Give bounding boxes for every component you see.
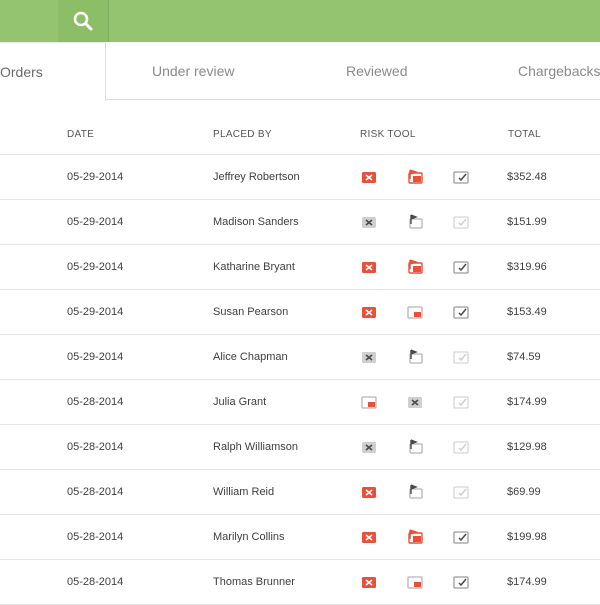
order-total: $319.96: [507, 261, 547, 273]
order-total: $153.49: [507, 306, 547, 318]
search-button[interactable]: [58, 0, 109, 42]
tab-label: Under review: [152, 63, 235, 79]
placed-by-name: Katharine Bryant: [213, 261, 295, 273]
risk-red-doc-icon[interactable]: [405, 572, 425, 592]
table-row[interactable]: 05-28-2014 Marilyn Collins $199.98: [0, 515, 600, 560]
placed-by-name: Marilyn Collins: [213, 531, 285, 543]
placed-by-name: Susan Pearson: [213, 306, 289, 318]
order-total: $174.99: [507, 396, 547, 408]
risk-red-x-icon[interactable]: [359, 167, 379, 187]
placed-by-name: Alice Chapman: [213, 351, 288, 363]
risk-red-flag-icon[interactable]: [405, 527, 425, 547]
placed-by-name: Ralph Williamson: [213, 441, 298, 453]
placed-by-name: Madison Sanders: [213, 216, 299, 228]
tab-label: Chargebacks: [518, 63, 600, 79]
risk-light-check-icon[interactable]: [451, 437, 471, 457]
table-row[interactable]: 05-29-2014 Alice Chapman $74.59: [0, 335, 600, 380]
placed-by-name: Jeffrey Robertson: [213, 171, 300, 183]
risk-red-doc-icon[interactable]: [405, 302, 425, 322]
order-date: 05-29-2014: [67, 261, 124, 273]
table-row[interactable]: 05-28-2014 Ralph Williamson $129.98: [0, 425, 600, 470]
column-header-placed-by[interactable]: PLACED BY: [213, 129, 272, 140]
risk-red-flag-icon[interactable]: [405, 167, 425, 187]
risk-red-x-icon[interactable]: [359, 482, 379, 502]
risk-dark-flag-icon[interactable]: [405, 347, 425, 367]
tab-bar: Orders Under review Reviewed Chargebacks: [0, 42, 600, 101]
table-row[interactable]: 05-29-2014 Katharine Bryant $319.96: [0, 245, 600, 290]
order-date: 05-29-2014: [67, 306, 124, 318]
order-date: 05-29-2014: [67, 351, 124, 363]
risk-dark-flag-icon[interactable]: [405, 482, 425, 502]
tab-label: Orders: [0, 64, 43, 80]
risk-dark-flag-icon[interactable]: [405, 212, 425, 232]
order-total: $151.99: [507, 216, 547, 228]
risk-red-x-icon[interactable]: [359, 257, 379, 277]
order-total: $174.99: [507, 576, 547, 588]
risk-light-check-icon[interactable]: [451, 392, 471, 412]
risk-gray-check-icon[interactable]: [451, 527, 471, 547]
risk-gray-x-icon[interactable]: [405, 392, 425, 412]
order-date: 05-28-2014: [67, 396, 124, 408]
table-header: DATE PLACED BY RISK TOOL TOTAL: [0, 100, 600, 155]
risk-gray-check-icon[interactable]: [451, 302, 471, 322]
risk-red-flag-icon[interactable]: [405, 257, 425, 277]
order-total: $69.99: [507, 486, 541, 498]
risk-red-x-icon[interactable]: [359, 527, 379, 547]
risk-red-x-icon[interactable]: [359, 302, 379, 322]
order-date: 05-28-2014: [67, 576, 124, 588]
order-total: $74.59: [507, 351, 541, 363]
placed-by-name: Julia Grant: [213, 396, 267, 408]
risk-light-check-icon[interactable]: [451, 347, 471, 367]
table-row[interactable]: 05-29-2014 Madison Sanders $151.99: [0, 200, 600, 245]
order-total: $129.98: [507, 441, 547, 453]
table-row[interactable]: 05-28-2014 Julia Grant $174.99: [0, 380, 600, 425]
risk-gray-x-icon[interactable]: [359, 437, 379, 457]
risk-gray-check-icon[interactable]: [451, 257, 471, 277]
order-total: $352.48: [507, 171, 547, 183]
column-header-risk-tool[interactable]: RISK TOOL: [360, 129, 416, 140]
tab-chargebacks[interactable]: Chargebacks: [518, 42, 600, 100]
tab-label: Reviewed: [346, 63, 408, 79]
table-row[interactable]: 05-28-2014 William Reid $69.99: [0, 470, 600, 515]
placed-by-name: William Reid: [213, 486, 275, 498]
risk-light-check-icon[interactable]: [451, 482, 471, 502]
table-row[interactable]: 05-28-2014 Thomas Brunner $174.99: [0, 560, 600, 605]
tab-reviewed[interactable]: Reviewed: [346, 42, 407, 100]
risk-red-x-icon[interactable]: [359, 572, 379, 592]
order-date: 05-28-2014: [67, 531, 124, 543]
column-header-date[interactable]: DATE: [67, 129, 94, 140]
order-date: 05-28-2014: [67, 441, 124, 453]
risk-gray-check-icon[interactable]: [451, 572, 471, 592]
risk-light-check-icon[interactable]: [451, 212, 471, 232]
tab-orders[interactable]: Orders: [0, 42, 106, 101]
table-row[interactable]: 05-29-2014 Susan Pearson $153.49: [0, 290, 600, 335]
table-row[interactable]: 05-29-2014 Jeffrey Robertson $352.48: [0, 155, 600, 200]
placed-by-name: Thomas Brunner: [213, 576, 295, 588]
search-icon: [73, 11, 93, 31]
order-total: $199.98: [507, 531, 547, 543]
column-header-total[interactable]: TOTAL: [508, 129, 541, 140]
order-date: 05-28-2014: [67, 486, 124, 498]
risk-dark-flag-icon[interactable]: [405, 437, 425, 457]
top-bar: [0, 0, 600, 42]
order-date: 05-29-2014: [67, 171, 124, 183]
risk-gray-x-icon[interactable]: [359, 212, 379, 232]
risk-red-doc-icon[interactable]: [359, 392, 379, 412]
order-date: 05-29-2014: [67, 216, 124, 228]
risk-gray-check-icon[interactable]: [451, 167, 471, 187]
tab-under-review[interactable]: Under review: [152, 42, 234, 100]
risk-gray-x-icon[interactable]: [359, 347, 379, 367]
orders-table-body: 05-29-2014 Jeffrey Robertson $352.48 05-29-…: [0, 155, 600, 605]
